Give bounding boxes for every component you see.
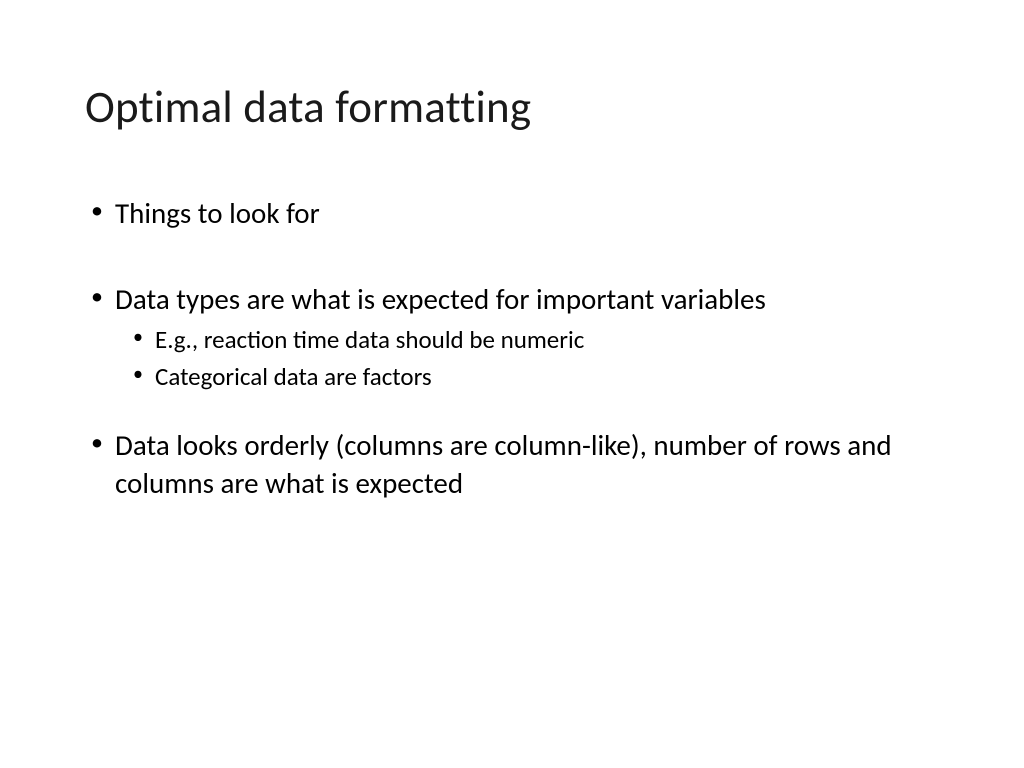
slide-content: Things to look for Data types are what i…	[85, 195, 939, 503]
list-item: E.g., reaction time data should be numer…	[85, 324, 939, 357]
list-item: Categorical data are factors	[85, 361, 939, 394]
list-item: Data types are what is expected for impo…	[85, 281, 939, 319]
bullet-list: Things to look for	[85, 195, 939, 233]
list-item: Data looks orderly (columns are column-l…	[85, 427, 939, 502]
list-item: Things to look for	[85, 195, 939, 233]
bullet-list: Data looks orderly (columns are column-l…	[85, 427, 939, 502]
bullet-list: Data types are what is expected for impo…	[85, 281, 939, 394]
slide-title: Optimal data formatting	[85, 80, 939, 135]
